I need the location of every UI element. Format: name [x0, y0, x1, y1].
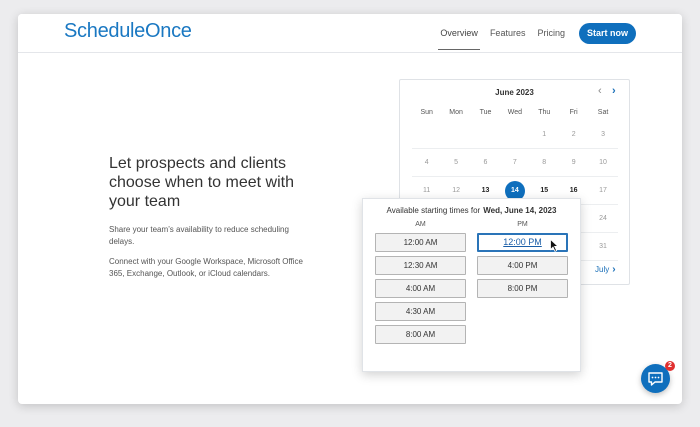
- calendar-day: 2: [571, 131, 576, 138]
- time-slots-title-prefix: Available starting times for: [386, 206, 481, 215]
- calendar-week-row: 4 5 6 7 8 9 10: [412, 149, 618, 177]
- weekday-label: Tue: [479, 109, 492, 116]
- calendar-day[interactable]: 13: [471, 187, 500, 194]
- time-slots-title: Available starting times for Wed, June 14…: [363, 206, 580, 215]
- time-slot-button[interactable]: 4:00 PM: [477, 256, 568, 275]
- pm-column-label: PM: [517, 221, 528, 228]
- time-slot-button[interactable]: 4:30 AM: [375, 302, 466, 321]
- top-header: ScheduleOnce Overview Features Pricing S…: [18, 14, 682, 53]
- calendar-day: 3: [601, 131, 605, 138]
- calendar-day: 6: [483, 159, 488, 166]
- time-slot-button[interactable]: 8:00 AM: [375, 325, 466, 344]
- nav-overview[interactable]: Overview: [438, 22, 480, 50]
- calendar-day: 5: [454, 159, 459, 166]
- weekday-label: Sun: [420, 109, 433, 116]
- weekday-label: Mon: [449, 109, 463, 116]
- hero-title: Let prospects and clients choose when to…: [109, 155, 294, 210]
- logo[interactable]: ScheduleOnce: [64, 20, 192, 46]
- calendar-day[interactable]: 15: [530, 187, 559, 194]
- calendar-day: 7: [512, 159, 517, 166]
- am-column-label: AM: [415, 221, 426, 228]
- time-slot-button[interactable]: 8:00 PM: [477, 279, 568, 298]
- calendar-day: 12: [452, 187, 460, 194]
- weekday-label: Sat: [597, 109, 609, 116]
- chevron-left-icon[interactable]: ‹: [598, 86, 602, 97]
- weekday-label: Fri: [569, 109, 578, 116]
- start-now-button[interactable]: Start now: [578, 22, 636, 44]
- calendar-month-label: June 2023: [495, 88, 534, 97]
- next-month-label: July: [595, 265, 610, 274]
- calendar-day: 8: [542, 159, 547, 166]
- calendar-day: 31: [599, 243, 607, 250]
- weekday-header-row: Sun Mon Tue Wed Thu Fri Sat: [412, 104, 618, 121]
- calendar-day: 10: [599, 159, 607, 166]
- calendar-day: 11: [423, 187, 431, 194]
- weekday-label: Wed: [507, 109, 522, 116]
- calendar-day: 17: [599, 187, 607, 194]
- calendar-week-row: 1 2 3: [412, 121, 618, 149]
- next-month-link[interactable]: July ›: [595, 264, 616, 275]
- time-slot-button[interactable]: 12:00 AM: [375, 233, 466, 252]
- weekday-label: Thu: [538, 109, 551, 116]
- chevron-right-icon: ›: [612, 264, 616, 275]
- hero-paragraph-calendars: Connect with your Google Workspace, Micr…: [109, 257, 304, 278]
- calendar-day: 1: [542, 131, 547, 138]
- time-slots-title-date: Wed, June 14, 2023: [483, 206, 557, 215]
- time-slot-button[interactable]: 12:30 AM: [375, 256, 466, 275]
- main-nav: Overview Features Pricing Start now: [428, 14, 636, 52]
- chat-icon: [648, 372, 663, 386]
- mouse-cursor-icon: [550, 239, 559, 252]
- calendar-day: 24: [599, 215, 607, 222]
- calendar-day[interactable]: 16: [559, 187, 588, 194]
- hero-paragraph-availability: Share your team’s availability to reduce…: [109, 225, 289, 246]
- calendar-day: 9: [571, 159, 576, 166]
- chat-notification-badge: 2: [665, 361, 675, 371]
- time-slots-popup: Available starting times for Wed, June 14…: [362, 198, 581, 372]
- time-slot-button[interactable]: 4:00 AM: [375, 279, 466, 298]
- nav-features[interactable]: Features: [490, 22, 526, 44]
- chevron-right-icon[interactable]: ›: [612, 86, 616, 97]
- calendar-day: 4: [424, 159, 429, 166]
- page-frame: ScheduleOnce Overview Features Pricing S…: [18, 14, 682, 404]
- nav-pricing[interactable]: Pricing: [537, 22, 565, 44]
